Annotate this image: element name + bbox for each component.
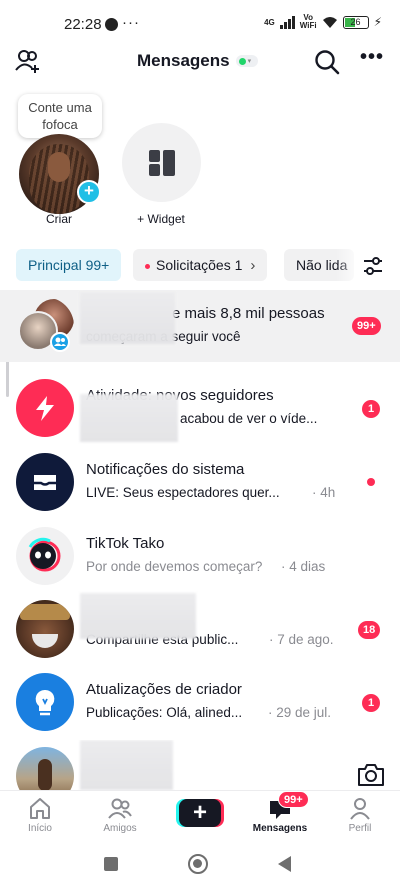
contact-avatar — [16, 600, 74, 658]
list-item-new-followers[interactable]: e mais 8,8 mil pessoas começaram a segui… — [0, 290, 400, 362]
conversation-time: · 7 de ago. — [269, 632, 334, 647]
page-title: Mensagens — [137, 51, 230, 70]
followers-icon — [50, 332, 70, 352]
create-story-label: Criar — [46, 212, 72, 226]
list-item-system-notifications[interactable]: Notificações do sistema LIVE: Seus espec… — [0, 446, 400, 518]
inbox-icon — [34, 475, 56, 490]
nav-profile-label: Perfil — [348, 823, 372, 834]
tab-solicitacoes[interactable]: Solicitações 1 › — [133, 249, 268, 281]
activity-avatar — [16, 379, 74, 437]
recents-icon[interactable] — [104, 857, 118, 871]
unread-count-badge: 18 — [358, 621, 381, 639]
camera-icon[interactable] — [356, 762, 386, 788]
conversation-title: Atualizações de criador — [86, 681, 242, 698]
tako-bot-icon — [28, 537, 61, 572]
conversation-preview: Por onde devemos começar? — [86, 559, 263, 574]
chevron-down-icon: ▾ — [247, 58, 252, 65]
add-widget-button[interactable] — [122, 123, 201, 202]
more-options-icon[interactable]: ••• — [358, 46, 386, 74]
tab-principal[interactable]: Principal 99+ — [16, 249, 122, 281]
unread-count-badge: 99+ — [352, 317, 381, 335]
conversation-time: · 4 dias — [281, 559, 326, 574]
battery-level: 26 — [350, 16, 361, 27]
header: Mensagens ▾ ••• — [0, 44, 400, 80]
status-more: ··· — [122, 14, 140, 31]
widget-icon — [149, 150, 175, 176]
conversation-preview: LIVE: Seus espectadores quer... — [86, 485, 280, 500]
search-icon[interactable] — [313, 48, 341, 76]
conversation-title: Notificações do sistema — [86, 461, 245, 478]
messages-badge: 99+ — [278, 791, 309, 808]
network-type: 4G — [264, 17, 275, 27]
system-avatar — [16, 453, 74, 511]
wifi-icon — [322, 16, 337, 28]
conversation-title: e mais 8,8 mil pessoas — [172, 305, 325, 322]
online-status-toggle[interactable]: ▾ — [235, 55, 258, 67]
redacted-name — [80, 394, 178, 442]
nav-home-label: Início — [28, 823, 52, 834]
list-item-partial[interactable] — [0, 740, 400, 792]
nav-home[interactable]: Início — [5, 795, 75, 834]
tab-solicitacoes-label: Solicitações 1 — [156, 257, 243, 273]
unread-count-badge: 1 — [362, 694, 380, 712]
conversation-time: · 29 de jul. — [268, 705, 332, 720]
lightning-icon — [36, 396, 54, 421]
unread-dot-icon — [145, 263, 150, 269]
home-button-icon[interactable] — [188, 854, 208, 874]
creator-avatar — [16, 673, 74, 731]
chevron-right-icon: › — [250, 257, 256, 274]
online-status-icon — [238, 57, 246, 65]
list-item-shared-post[interactable]: Compartilhe esta public... · 7 de ago. 1… — [0, 593, 400, 665]
conversation-time: · 4h — [312, 485, 336, 500]
conversation-preview: acabou de ver o víde... — [180, 411, 318, 426]
redacted-name — [80, 292, 175, 344]
charging-icon: ⚡ — [373, 15, 382, 29]
lightbulb-icon — [35, 689, 55, 716]
redacted-name — [80, 740, 173, 790]
bottom-nav: Início Amigos + Mensagens 99+ Perfil — [0, 790, 400, 838]
header-title-group[interactable]: Mensagens ▾ — [137, 51, 258, 71]
widget-label: + Widget — [137, 212, 185, 226]
nav-messages-label: Mensagens — [252, 823, 308, 834]
tako-avatar — [16, 527, 74, 585]
nav-profile[interactable]: Perfil — [325, 795, 395, 834]
system-nav-bar — [0, 842, 400, 888]
home-icon — [30, 798, 50, 819]
battery-icon: 26 — [342, 15, 369, 29]
conversation-preview: Publicações: Olá, alined... — [86, 705, 243, 720]
nav-friends-label: Amigos — [103, 823, 137, 834]
nav-friends[interactable]: Amigos — [85, 795, 155, 834]
add-story-plus-icon[interactable]: + — [77, 180, 101, 204]
story-prompt-bubble[interactable]: Conte uma fofoca — [18, 94, 102, 138]
list-item-activity[interactable]: Atividade: novos seguidores acabou de ve… — [0, 372, 400, 444]
signal-icon — [279, 15, 295, 29]
back-icon[interactable] — [278, 856, 291, 872]
filter-settings-icon[interactable] — [362, 255, 384, 277]
friends-icon — [108, 798, 132, 819]
list-item-creator-updates[interactable]: Atualizações de criador Publicações: Olá… — [0, 666, 400, 738]
add-friend-icon[interactable] — [14, 48, 44, 76]
unread-dot-icon — [367, 478, 375, 486]
contact-avatar — [16, 747, 74, 792]
filter-tabs: Principal 99+ Solicitações 1 › Não lida — [0, 249, 400, 283]
profile-icon — [350, 798, 370, 820]
status-bar: 22:28 ··· 4G Vo WiFi 26 ⚡ — [0, 0, 400, 50]
unread-count-badge: 1 — [362, 400, 380, 418]
status-indicators: 4G Vo WiFi 26 ⚡ — [264, 14, 382, 30]
notification-dot-icon — [105, 18, 118, 31]
status-time: 22:28 — [64, 16, 102, 33]
create-button[interactable]: + — [179, 799, 221, 827]
conversation-title: TikTok Tako — [86, 535, 165, 552]
redacted-name — [80, 593, 196, 639]
volte-label: Vo WiFi — [299, 13, 317, 30]
list-item-tiktok-tako[interactable]: TikTok Tako Por onde devemos começar? · … — [0, 520, 400, 592]
